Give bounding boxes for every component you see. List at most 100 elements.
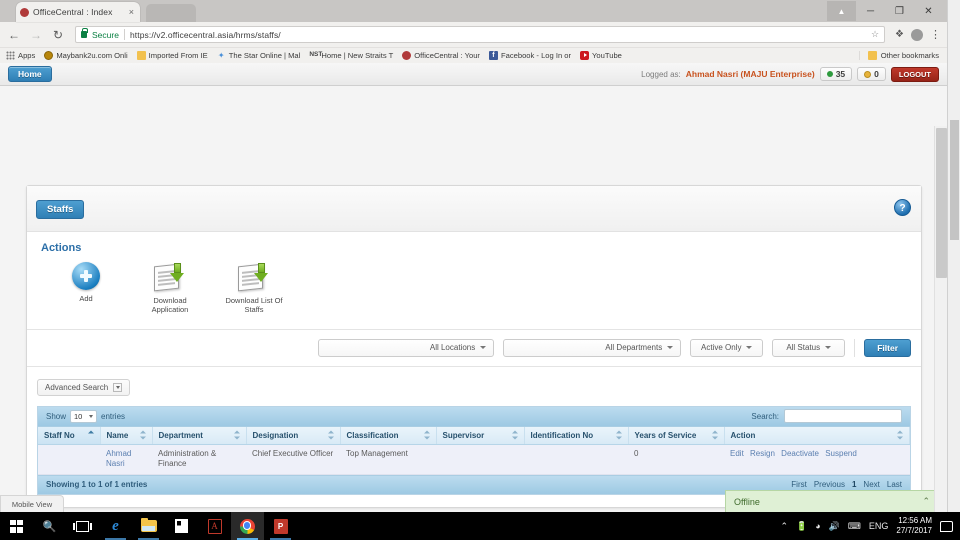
active-dropdown[interactable]: Active Only — [690, 338, 764, 357]
entries-per-page-select[interactable]: 10 — [70, 409, 98, 423]
home-button[interactable]: Home — [8, 66, 52, 82]
bookmark-officecentral[interactable]: OfficeCentral : Your — [402, 51, 480, 60]
logged-user-name[interactable]: Ahmad Nasri (MAJU Enterprise) — [686, 69, 815, 79]
address-bar[interactable]: Secure https://v2.officecentral.asia/hrm… — [75, 26, 886, 43]
keyboard-icon[interactable]: ⌨ — [848, 521, 861, 532]
status-dropdown[interactable]: All Status — [772, 338, 846, 357]
scrollbar-thumb[interactable] — [936, 128, 947, 278]
close-window-button[interactable]: ✕ — [914, 1, 943, 21]
taskbar-adobe-reader[interactable]: A — [198, 512, 231, 540]
cell-supervisor — [436, 444, 524, 475]
bookmark-imported-from-ie[interactable]: Imported From IE — [136, 51, 208, 60]
column-identification-no[interactable]: Identification No — [524, 426, 629, 445]
taskbar-edge[interactable]: e — [99, 512, 132, 540]
column-supervisor[interactable]: Supervisor — [436, 426, 525, 445]
bookmark-youtube[interactable]: YouTube — [580, 51, 622, 60]
bookmark-maybank[interactable]: Maybank2u.com Onli — [44, 51, 128, 60]
page-last[interactable]: Last — [887, 480, 902, 489]
help-icon[interactable]: ? — [894, 199, 911, 216]
bookmark-star-icon[interactable]: ☆ — [871, 29, 879, 40]
wifi-icon[interactable]: ◕ — [815, 521, 820, 531]
taskbar-chrome[interactable] — [231, 512, 264, 540]
table-section: Advanced Search Show 10 entries Search: … — [27, 367, 921, 507]
taskbar-search[interactable]: 🔍 — [33, 512, 66, 540]
clock[interactable]: 12:56 AM 27/7/2017 — [896, 516, 932, 536]
bookmark-facebook[interactable]: f Facebook - Log In or — [488, 51, 571, 60]
reload-icon[interactable]: ↻ — [50, 28, 66, 42]
action-center-icon[interactable] — [940, 520, 953, 532]
start-button[interactable] — [0, 512, 33, 540]
column-designation[interactable]: Designation — [246, 426, 341, 445]
action-download-list-of-staffs[interactable]: Download List Of Staffs — [221, 262, 287, 315]
search-icon: 🔍 — [42, 520, 57, 533]
officecentral-favicon-icon — [20, 7, 29, 17]
location-dropdown[interactable]: All Locations — [318, 338, 495, 357]
bookmark-the-star-online[interactable]: ✦ The Star Online | Mal — [217, 51, 300, 60]
outer-scrollbar-thumb[interactable] — [950, 120, 959, 240]
department-dropdown[interactable]: All Departments — [503, 338, 682, 357]
clock-date: 27/7/2017 — [896, 526, 932, 535]
minimize-button[interactable]: ─ — [856, 1, 885, 21]
action-download-application[interactable]: Download Application — [137, 262, 203, 315]
taskbar-store[interactable] — [165, 512, 198, 540]
language-indicator[interactable]: ENG — [869, 521, 889, 531]
cell-department: Administration & Finance — [152, 444, 246, 475]
offline-toast[interactable]: Offline ⌃ — [725, 490, 939, 512]
mobile-view-button[interactable]: Mobile View — [0, 495, 64, 512]
taskbar-file-explorer[interactable] — [132, 512, 165, 540]
offline-label: Offline — [734, 496, 760, 507]
notification-badge-green[interactable]: 35 — [819, 67, 853, 81]
back-icon[interactable]: ← — [6, 28, 22, 42]
notification-badge-amber[interactable]: 0 — [857, 67, 886, 81]
page-next[interactable]: Next — [863, 480, 879, 489]
advanced-search-button[interactable]: Advanced Search — [37, 378, 131, 396]
profile-avatar-icon[interactable] — [911, 28, 923, 41]
browser-tab[interactable]: OfficeCentral : Index × — [16, 2, 140, 22]
column-label: Name — [106, 430, 129, 440]
filter-button[interactable]: Filter — [864, 338, 911, 357]
chevron-up-icon[interactable]: ⌃ — [922, 496, 930, 507]
battery-icon[interactable]: 🔋 — [796, 521, 807, 532]
column-label: Classification — [346, 430, 399, 440]
page-previous[interactable]: Previous — [814, 480, 845, 489]
task-view-button[interactable] — [66, 512, 99, 540]
amber-dot-icon — [864, 70, 872, 78]
column-years-of-service[interactable]: Years of Service — [628, 426, 725, 445]
other-bookmarks[interactable]: Other bookmarks — [858, 51, 941, 60]
show-hidden-icons-icon[interactable]: ⌃ — [780, 521, 788, 532]
column-action[interactable]: Action — [724, 426, 910, 445]
resign-link[interactable]: Resign — [750, 449, 775, 458]
page-first[interactable]: First — [791, 480, 807, 489]
restore-icon[interactable]: ▲ — [827, 1, 856, 21]
page-scrollbar[interactable] — [934, 126, 947, 512]
staff-name-link[interactable]: Ahmad Nasri — [106, 449, 131, 468]
column-staff-no[interactable]: Staff No — [38, 426, 101, 445]
taskbar-powerpoint[interactable]: P — [264, 512, 297, 540]
active-value: Active Only — [700, 343, 742, 353]
bookmark-apps[interactable]: Apps — [6, 51, 35, 60]
column-label: Staff No — [44, 430, 75, 440]
logout-button[interactable]: LOGOUT — [890, 66, 939, 82]
table-row[interactable]: Ahmad Nasri Administration & Finance Chi… — [38, 444, 910, 475]
column-classification[interactable]: Classification — [340, 426, 437, 445]
new-tab-button[interactable] — [146, 4, 196, 22]
chrome-menu-icon[interactable]: ⋮ — [930, 28, 941, 41]
column-department[interactable]: Department — [152, 426, 247, 445]
outer-scrollbar[interactable] — [947, 0, 960, 512]
action-add[interactable]: Add — [53, 262, 119, 303]
toolbar-right: ❖ ⋮ — [891, 28, 941, 41]
close-tab-icon[interactable]: × — [129, 7, 136, 17]
extension-icon[interactable]: ❖ — [895, 29, 904, 40]
edit-link[interactable]: Edit — [730, 449, 744, 458]
volume-icon[interactable]: 🔊 — [829, 521, 840, 532]
search-input[interactable] — [784, 409, 902, 424]
page-1[interactable]: 1 — [852, 480, 856, 489]
cell-name: Ahmad Nasri — [100, 444, 152, 475]
suspend-link[interactable]: Suspend — [825, 449, 857, 458]
maybank-icon — [44, 51, 54, 60]
maximize-button[interactable]: ❐ — [885, 1, 914, 21]
bookmark-label: Home | New Straits T — [321, 51, 394, 60]
bookmark-new-straits-times[interactable]: NST Home | New Straits T — [309, 51, 393, 60]
deactivate-link[interactable]: Deactivate — [781, 449, 819, 458]
column-name[interactable]: Name — [100, 426, 153, 445]
